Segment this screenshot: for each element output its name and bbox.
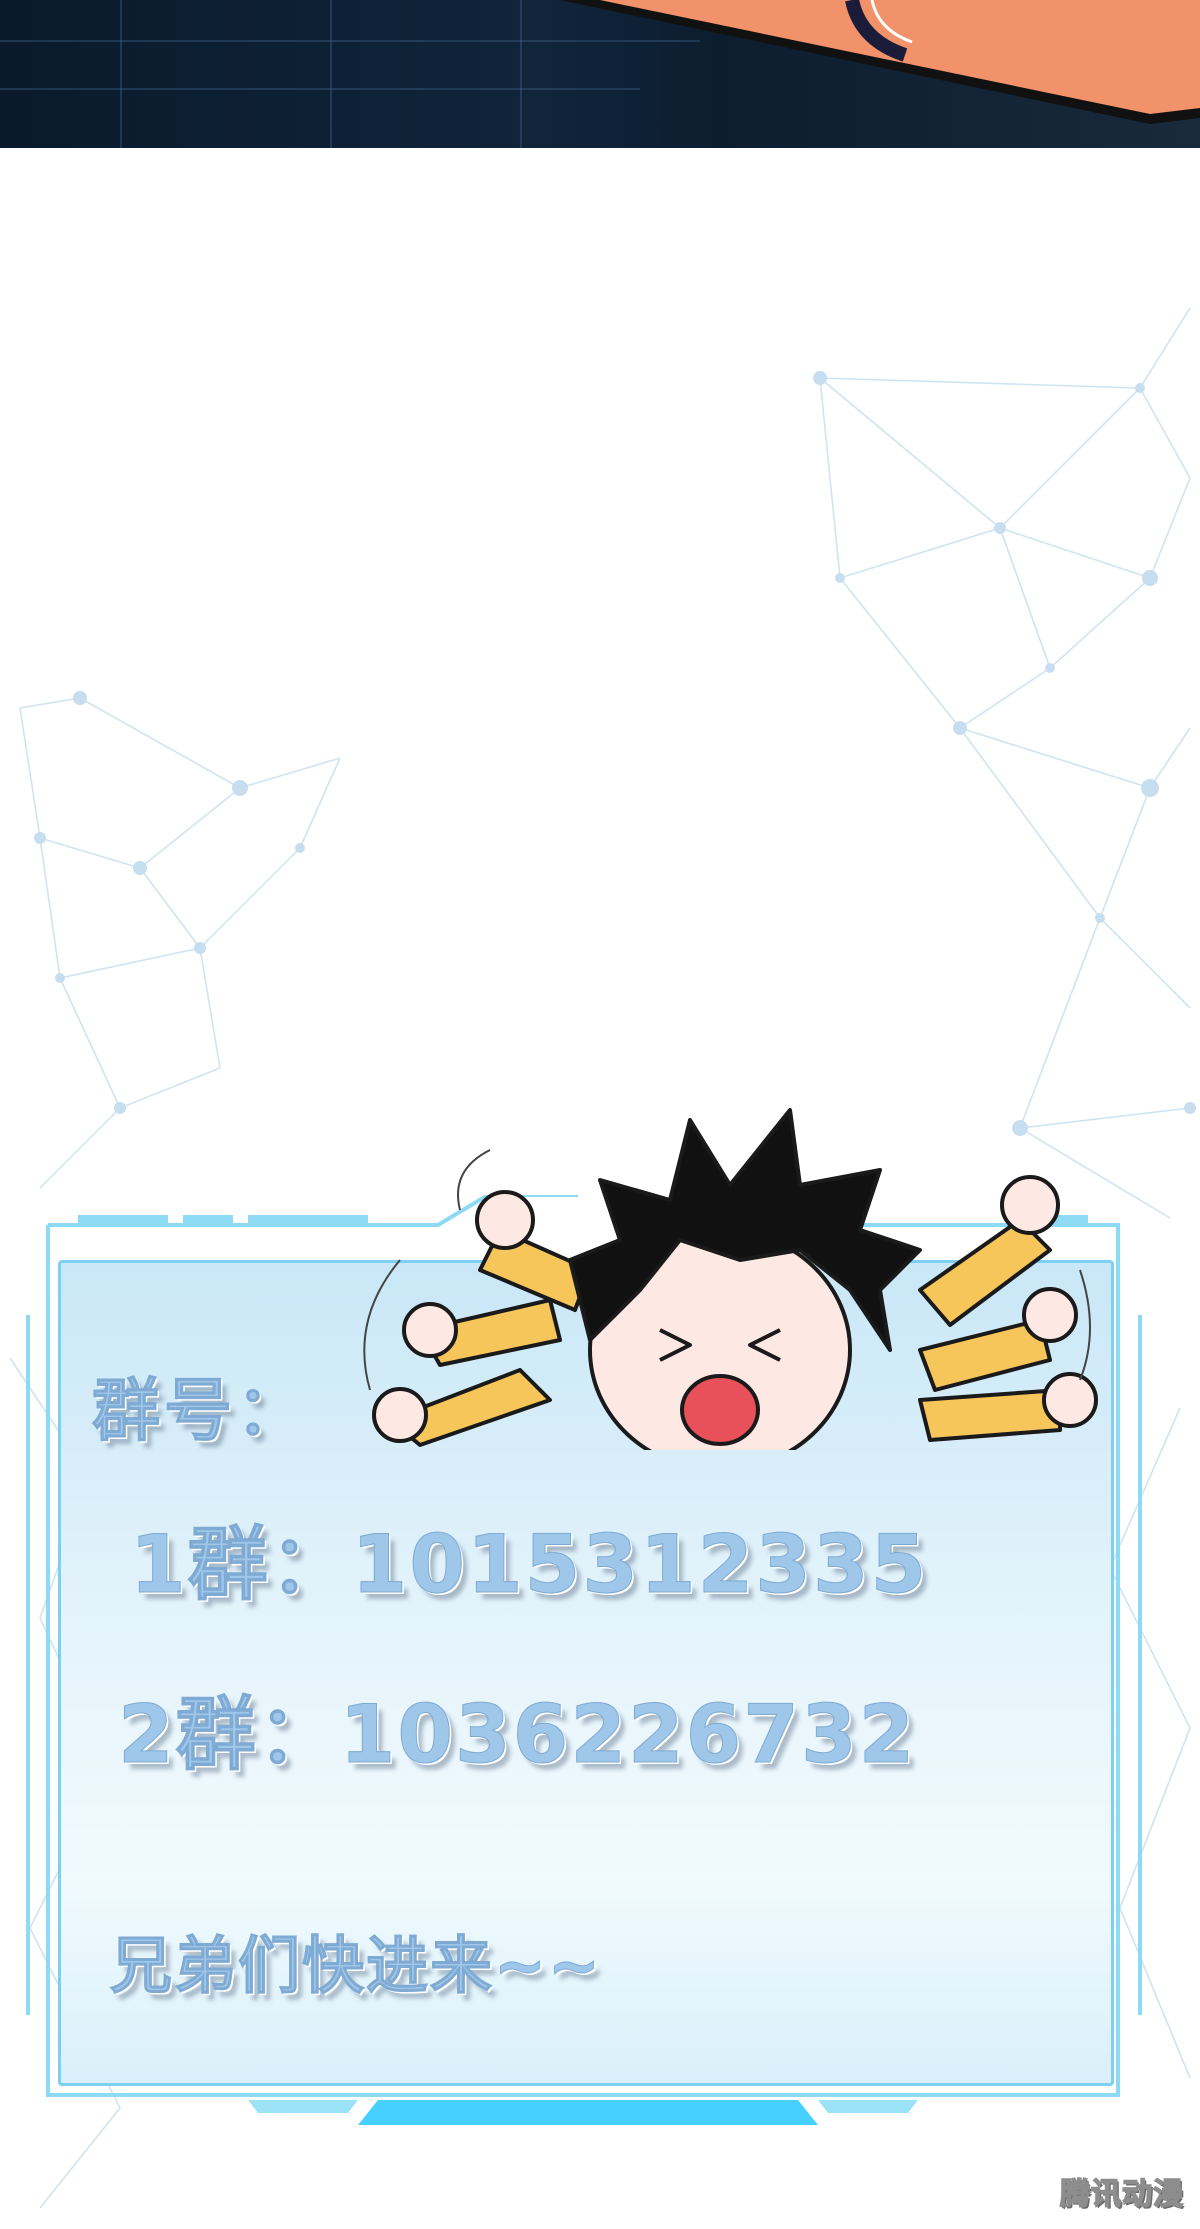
chibi-character-illustration — [363, 1108, 1098, 1450]
group-heading: 群号： — [91, 1372, 309, 1452]
group-2-number: 2群：1036226732 — [117, 1688, 917, 1782]
group-1-number: 1群：1015312335 — [129, 1518, 929, 1612]
watermark-logo: 腾讯动漫 — [1059, 2176, 1184, 2213]
top-comic-panel — [0, 0, 1200, 148]
orange-band-illustration — [560, 0, 1200, 124]
invite-text: 兄弟们快进来~~ — [110, 1929, 602, 2003]
